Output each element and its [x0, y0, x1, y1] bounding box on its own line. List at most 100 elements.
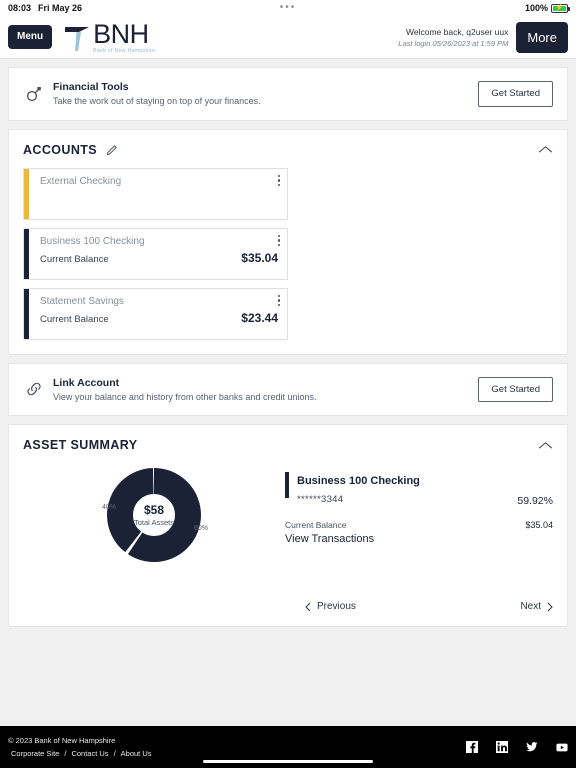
twitter-icon[interactable]: [526, 741, 538, 753]
account-balance-row: Current Balance $23.44: [40, 311, 278, 325]
menu-button[interactable]: Menu: [8, 25, 53, 49]
bnh-logo-mark-icon: [62, 23, 92, 53]
account-name: Business 100 Checking: [40, 235, 145, 247]
financial-tools-card: Financial Tools Take the work out of sta…: [8, 67, 568, 121]
asset-summary-pager: Previous Next: [9, 583, 567, 626]
status-bar-left: 08:03 Fri May 26: [8, 3, 82, 13]
status-bar-right: 100% ⚡: [524, 3, 570, 13]
chevron-right-icon: [547, 602, 553, 611]
accounts-title: ACCOUNTS: [23, 142, 98, 157]
app-screen: 08:03 Fri May 26 ••• 100% ⚡ Menu BNH Ban…: [0, 0, 576, 768]
status-time: 08:03: [8, 3, 32, 13]
welcome-block: Welcome back, q2user uux Last login 05/2…: [398, 27, 508, 48]
last-login-text: Last login 05/26/2023 at 1:59 PM: [398, 38, 509, 48]
kebab-menu-icon[interactable]: [277, 234, 280, 246]
link-account-get-started-button[interactable]: Get Started: [478, 376, 553, 402]
chevron-left-icon: [305, 602, 311, 611]
account-balance-amount: $23.44: [241, 310, 278, 325]
next-button[interactable]: Next: [520, 601, 553, 612]
battery-charging-icon: ⚡: [551, 3, 570, 13]
link-account-title: Link Account: [53, 376, 120, 389]
pencil-icon[interactable]: [106, 143, 119, 156]
donut-slice-label-right: 60%: [193, 525, 208, 532]
previous-label: Previous: [317, 601, 356, 612]
donut-center-label: $58 Total Assets: [106, 503, 202, 527]
logo-tagline: Bank of New Hampshire: [93, 47, 156, 54]
account-tile-business-100-checking[interactable]: Business 100 Checking Current Balance $3…: [23, 227, 288, 280]
page-footer: © 2023 Bank of New Hampshire Corporate S…: [0, 726, 576, 768]
accounts-section-header: ACCOUNTS: [9, 130, 567, 168]
footer-text-block: © 2023 Bank of New Hampshire Corporate S…: [8, 734, 152, 760]
link-account-subtitle: View your balance and history from other…: [53, 391, 317, 402]
more-button[interactable]: More: [516, 21, 568, 53]
asset-donut-chart: $58 Total Assets 40% 60%: [102, 467, 208, 563]
asset-summary-section-header: ASSET SUMMARY: [9, 425, 567, 463]
asset-detail-names: Business 100 Checking ******3344: [297, 471, 420, 507]
account-tile-body: Statement Savings Current Balance $23.44: [29, 289, 287, 339]
account-name: Statement Savings: [40, 295, 124, 307]
financial-tools-icon: [23, 86, 45, 102]
battery-percent-label: 100%: [524, 3, 548, 13]
home-indicator: [203, 760, 373, 763]
accounts-card: ACCOUNTS External Checking Business 100 …: [8, 128, 568, 355]
accounts-collapse-chevron-up-icon[interactable]: [538, 145, 553, 154]
asset-summary-collapse-chevron-up-icon[interactable]: [538, 441, 553, 450]
account-balance-label: Current Balance: [40, 313, 109, 325]
main-content: Financial Tools Take the work out of sta…: [0, 59, 576, 726]
financial-tools-subtitle: Take the work out of staying on top of y…: [53, 96, 261, 107]
total-assets-amount: $58: [143, 503, 165, 517]
status-center-dots: •••: [279, 2, 297, 13]
account-balance-label: Current Balance: [40, 253, 109, 265]
account-tile-body: External Checking: [29, 169, 287, 219]
account-balance-amount: $35.04: [241, 250, 278, 265]
asset-summary-card: ASSET SUMMARY $58 Total Assets 40% 60% B…: [8, 424, 568, 627]
asset-detail-balance-value: $35.04: [525, 520, 553, 530]
financial-tools-get-started-button[interactable]: Get Started: [478, 81, 553, 107]
footer-link-contact-us[interactable]: Contact Us: [71, 747, 108, 760]
account-tile-statement-savings[interactable]: Statement Savings Current Balance $23.44: [23, 287, 288, 340]
kebab-menu-icon[interactable]: [277, 174, 280, 186]
asset-detail-balance-label: Current Balance: [285, 520, 347, 530]
account-tile-external-checking[interactable]: External Checking: [23, 167, 288, 220]
linkedin-icon[interactable]: [496, 741, 508, 753]
asset-detail-account-mask: ******3344: [297, 494, 344, 505]
previous-button[interactable]: Previous: [305, 601, 356, 612]
footer-copyright: © 2023 Bank of New Hampshire: [8, 735, 116, 745]
total-assets-caption: Total Assets: [133, 518, 175, 527]
donut-slice-label-left: 40%: [102, 504, 117, 511]
logo-wordmark: BNH: [93, 18, 149, 49]
youtube-icon[interactable]: [556, 741, 568, 753]
asset-detail-header: Business 100 Checking ******3344 59.92%: [285, 471, 553, 507]
welcome-message: Welcome back, q2user uux: [406, 26, 509, 37]
link-account-row: Link Account View your balance and histo…: [9, 364, 567, 416]
accounts-grid: External Checking Business 100 Checking …: [9, 167, 567, 354]
kebab-menu-icon[interactable]: [277, 294, 280, 306]
financial-tools-text: Financial Tools Take the work out of sta…: [53, 81, 261, 106]
footer-links: Corporate Site / Contact Us / About Us: [8, 747, 152, 760]
asset-summary-body: $58 Total Assets 40% 60% Business 100 Ch…: [9, 463, 567, 583]
header-right: Welcome back, q2user uux Last login 05/2…: [398, 21, 568, 53]
view-transactions-link[interactable]: View Transactions: [285, 533, 553, 545]
asset-detail-accent-bar: [285, 472, 289, 498]
footer-link-about-us[interactable]: About Us: [121, 747, 152, 760]
facebook-icon[interactable]: [466, 741, 478, 753]
footer-separator: /: [113, 749, 116, 758]
asset-donut-column: $58 Total Assets 40% 60%: [23, 463, 285, 577]
footer-link-corporate-site[interactable]: Corporate Site: [11, 747, 59, 760]
financial-tools-title: Financial Tools: [53, 81, 129, 94]
next-label: Next: [520, 601, 541, 612]
app-header: Menu BNH Bank of New Hampshire Welcome b…: [0, 16, 576, 59]
asset-detail-account-name: Business 100 Checking: [297, 475, 420, 487]
ios-status-bar: 08:03 Fri May 26 ••• 100% ⚡: [0, 0, 576, 16]
asset-detail-column: Business 100 Checking ******3344 59.92% …: [285, 463, 553, 577]
account-balance-row: Current Balance $35.04: [40, 251, 278, 265]
asset-detail-balance-row: Current Balance $35.04: [285, 520, 553, 530]
asset-detail-percent: 59.92%: [517, 495, 553, 507]
asset-summary-title: ASSET SUMMARY: [23, 438, 138, 452]
status-date: Fri May 26: [38, 3, 83, 13]
financial-tools-row: Financial Tools Take the work out of sta…: [9, 68, 567, 120]
account-tile-body: Business 100 Checking Current Balance $3…: [29, 229, 287, 279]
link-account-text: Link Account View your balance and histo…: [53, 377, 316, 402]
account-name: External Checking: [40, 175, 122, 187]
bank-logo[interactable]: BNH Bank of New Hampshire: [62, 18, 156, 54]
